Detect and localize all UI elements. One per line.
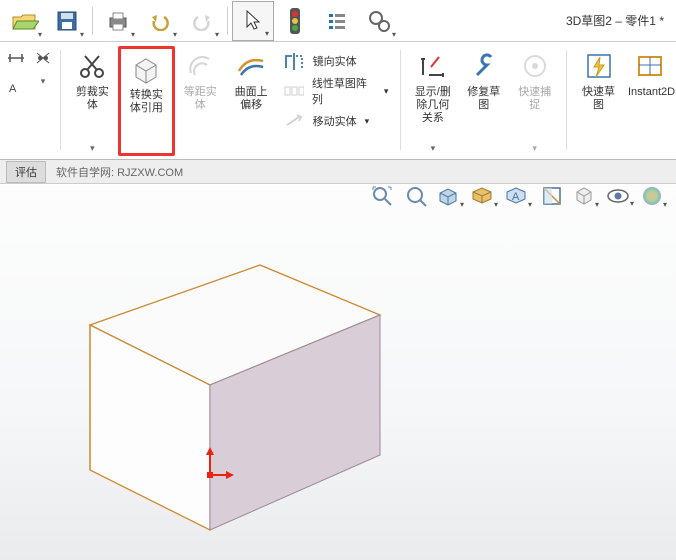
move-label: 移动实体 [313,113,357,129]
site-label: 软件自学网: RJZXW.COM [56,164,183,180]
pattern-label: 线性草图阵列 [312,75,376,107]
quick-sketch-label: 快速草图 [577,86,620,112]
scissors-icon [74,48,110,84]
save-dropdown-icon[interactable]: ▾ [80,30,84,39]
pattern-icon [283,81,304,101]
dropdown-icon: ▾ [532,143,537,154]
save-button[interactable]: ▾ [46,1,88,41]
sketch-ribbon: A ▾ 剪裁实体 ▾ 转换实体引用 等距实体 曲面上偏移 镜向实体 线性草图阵列… [0,42,676,160]
quick-sketch-button[interactable]: 快速草图 [573,46,624,156]
view-toolbar: ▾ ▾ A▾ ▾ ▾ ▾ [368,182,668,210]
rapid-icon [517,48,553,84]
zoom-area-button[interactable] [402,182,430,210]
options-dropdown-icon[interactable]: ▾ [392,30,396,39]
instant-label: Instant2D [628,86,672,99]
instant-icon [632,48,668,84]
trim-entities-button[interactable]: 剪裁实体 ▾ [67,46,118,156]
display-relations-button[interactable]: 显示/删除几何关系 ▾ [407,46,458,156]
list-view-button[interactable] [316,1,358,41]
appearance-button[interactable]: ▾ [640,182,668,210]
select-dropdown-icon[interactable]: ▾ [265,29,269,38]
surface-offset-label: 曲面上偏移 [230,86,273,112]
undo-dropdown-icon[interactable]: ▾ [173,30,177,39]
svg-text:A: A [512,191,520,203]
instant2d-button[interactable]: Instant2D [624,46,676,156]
mirror-entities-button[interactable]: 镜向实体 [283,48,389,74]
options-button[interactable]: ▾ [358,1,400,41]
document-title: 3D草图2 – 零件1 * [566,12,664,29]
dropdown-icon[interactable]: ▾ [90,143,95,154]
3d-viewport[interactable] [0,185,676,560]
offset-label: 等距实体 [179,86,222,112]
redo-button[interactable]: ▾ [181,1,223,41]
relation-icon [415,48,451,84]
display-style-button[interactable]: ▾ [470,182,498,210]
render-cube-button[interactable]: ▾ [572,182,600,210]
quick-access-toolbar: ▾ ▾ ▾ ▾ ▾ ▾ ▾ 3D草图2 – 零件1 * [0,0,676,42]
model-box[interactable] [60,225,410,545]
convert-entities-button[interactable]: 转换实体引用 [118,46,175,156]
mirror-label: 镜向实体 [313,53,357,69]
traffic-light-icon[interactable] [274,1,316,41]
hide-show-button[interactable]: A▾ [504,182,532,210]
linear-pattern-button: 线性草图阵列 ▾ [283,78,389,104]
open-button[interactable]: ▾ [4,1,46,41]
bolt-icon [581,48,617,84]
surface-offset-icon [233,48,269,84]
origin-marker [200,445,240,485]
wrench-icon [466,48,502,84]
move-icon [283,111,305,131]
visibility-button[interactable]: ▾ [606,182,634,210]
mirror-pattern-group: 镜向实体 线性草图阵列 ▾ 移动实体 ▾ [277,46,395,136]
evaluate-tab[interactable]: 评估 [6,161,46,183]
open-dropdown-icon[interactable]: ▾ [38,30,42,39]
view-orient-button[interactable]: ▾ [436,182,464,210]
display-rel-label: 显示/删除几何关系 [411,86,454,125]
trim-label: 剪裁实体 [71,86,114,112]
surface-offset-button[interactable]: 曲面上偏移 [226,46,277,156]
print-button[interactable]: ▾ [97,1,139,41]
rapid-sketch-button: 快速捕捉 ▾ [509,46,560,156]
zoom-fit-button[interactable] [368,182,396,210]
svg-text:A: A [9,83,17,95]
print-dropdown-icon[interactable]: ▾ [131,30,135,39]
offset-icon [182,48,218,84]
separator [566,50,567,150]
offset-entities-button: 等距实体 [175,46,226,156]
repair-label: 修复草图 [462,86,505,112]
panel-bar: 评估 软件自学网: RJZXW.COM [0,160,676,184]
repair-sketch-button[interactable]: 修复草图 [458,46,509,156]
mirror-icon [283,51,305,71]
redo-dropdown-icon[interactable]: ▾ [215,30,219,39]
select-tool-button[interactable]: ▾ [232,1,274,41]
rapid-label: 快速捕捉 [513,86,556,112]
separator [60,50,61,150]
dropdown-icon[interactable]: ▾ [431,143,436,154]
move-entities-button: 移动实体 ▾ [283,108,389,134]
trim-a-icon[interactable] [34,50,52,66]
dropdown-icon[interactable]: ▾ [41,76,46,87]
section-view-button[interactable] [538,182,566,210]
separator [400,50,401,150]
cube-icon [128,51,164,87]
convert-label: 转换实体引用 [125,89,168,115]
dimension-small-icon[interactable] [6,50,26,66]
separator [227,7,228,35]
separator [92,7,93,35]
text-tool-icon[interactable]: A [6,76,26,96]
undo-button[interactable]: ▾ [139,1,181,41]
